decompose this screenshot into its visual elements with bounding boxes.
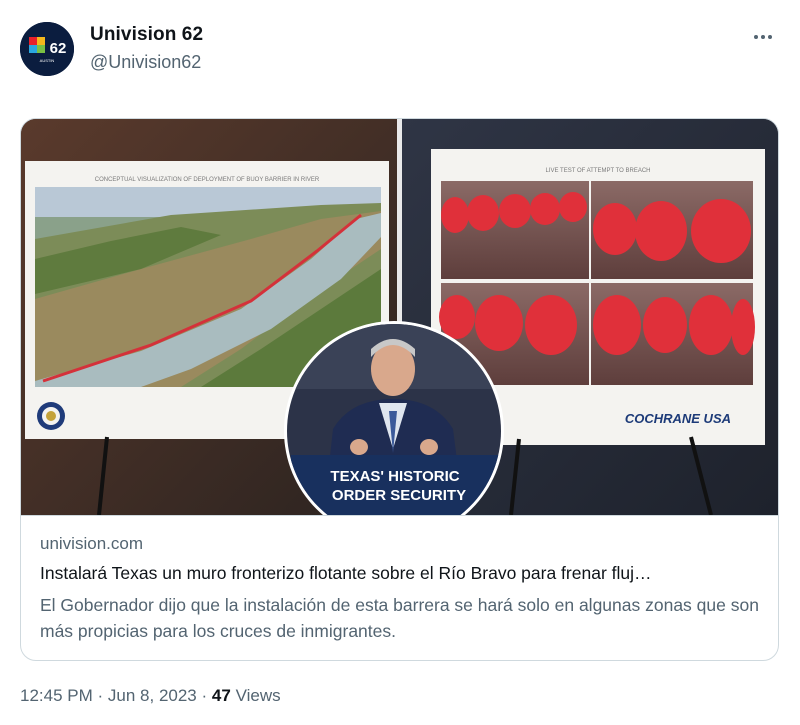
avatar-text: 62	[50, 40, 67, 57]
link-card-domain: univision.com	[40, 534, 143, 553]
right-poster-brand: COCHRANE USA	[625, 411, 731, 426]
author-display-name[interactable]: Univision 62	[90, 24, 203, 46]
author-block: Univision 62 @Univision62	[90, 24, 203, 73]
link-card-body[interactable]: univision.com Instalará Texas un muro fr…	[21, 515, 778, 660]
podium-sign-line2: ORDER SECURITY	[332, 487, 466, 504]
press-conference-photo: CONCEPTUAL VISUALIZATION OF DEPLOYMENT O…	[21, 119, 778, 515]
avatar-subtext: AUSTIN	[40, 58, 55, 63]
avatar[interactable]: 62 AUSTIN	[20, 22, 74, 76]
more-options-button[interactable]	[748, 26, 778, 48]
podium-sign-line1: TEXAS' HISTORIC	[330, 468, 459, 485]
link-card-image[interactable]: CONCEPTUAL VISUALIZATION OF DEPLOYMENT O…	[21, 119, 778, 515]
univision-logo-icon: 62 AUSTIN	[20, 22, 74, 76]
meta-separator: ·	[201, 686, 208, 705]
tweet-meta: 12:45 PM · Jun 8, 2023 · 47 Views	[20, 686, 281, 706]
right-poster-caption: LIVE TEST OF ATTEMPT TO BREACH	[545, 168, 650, 174]
tweet-header: 62 AUSTIN Univision 62 @Univision62	[20, 22, 780, 82]
views-count[interactable]: 47	[212, 686, 231, 705]
left-poster-caption: CONCEPTUAL VISUALIZATION OF DEPLOYMENT O…	[95, 177, 320, 183]
tweet-date[interactable]: Jun 8, 2023	[108, 686, 197, 705]
link-card-description: El Gobernador dijo que la instalación de…	[40, 595, 759, 641]
meta-separator: ·	[97, 686, 104, 705]
tweet-time[interactable]: 12:45 PM	[20, 686, 93, 705]
more-horizontal-icon	[754, 35, 758, 39]
views-label: Views	[235, 686, 281, 705]
author-handle[interactable]: @Univision62	[90, 52, 203, 73]
link-card-title: Instalará Texas un muro fronterizo flota…	[40, 563, 652, 583]
link-card[interactable]: CONCEPTUAL VISUALIZATION OF DEPLOYMENT O…	[20, 118, 779, 661]
